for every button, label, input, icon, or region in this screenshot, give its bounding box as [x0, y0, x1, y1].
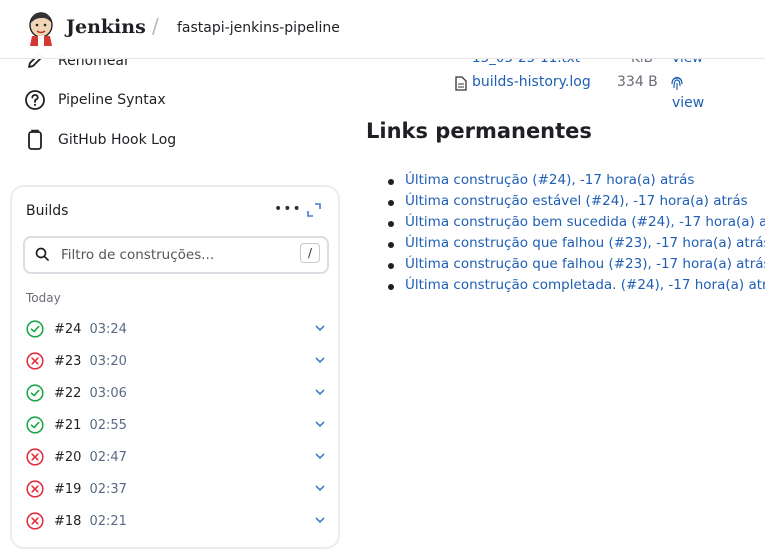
failure-status-icon — [26, 448, 44, 466]
artifact-view-link[interactable]: view — [672, 95, 704, 111]
build-row[interactable]: #23 03:20 — [26, 350, 326, 372]
chevron-down-icon[interactable] — [314, 482, 326, 494]
permalink-item[interactable]: Última construção bem sucedida (#24), -1… — [386, 214, 765, 235]
build-number[interactable]: #18 — [54, 514, 81, 529]
artifact-size: 334 B — [617, 74, 658, 90]
permalinks-list: Última construção (#24), -17 hora(a) atr… — [386, 172, 765, 298]
top-header: Jenkins / fastapi-jenkins-pipeline — [0, 0, 765, 59]
build-row[interactable]: #18 02:21 — [26, 510, 326, 532]
chevron-down-icon[interactable] — [314, 322, 326, 334]
build-group-label: Today — [26, 291, 61, 305]
builds-panel: Builds ••• / Today #24 03:24 #23 03:20 #22 03… — [10, 185, 340, 549]
build-number[interactable]: #20 — [54, 450, 81, 465]
breadcrumb-separator: / — [152, 14, 159, 38]
build-time[interactable]: 03:20 — [89, 354, 126, 369]
chevron-down-icon[interactable] — [314, 386, 326, 398]
keyboard-shortcut-hint: / — [300, 243, 320, 263]
permalink-item[interactable]: Última construção (#24), -17 hora(a) atr… — [386, 172, 765, 193]
build-time[interactable]: 03:24 — [89, 322, 126, 337]
permalink-item[interactable]: Última construção que falhou (#23), -17 … — [386, 256, 765, 277]
permalink-item[interactable]: Última construção estável (#24), -17 hor… — [386, 193, 765, 214]
chevron-down-icon[interactable] — [314, 514, 326, 526]
failure-status-icon — [26, 512, 44, 530]
build-time[interactable]: 02:21 — [89, 514, 126, 529]
document-icon — [28, 129, 42, 150]
more-options-button[interactable]: ••• — [274, 201, 302, 217]
success-status-icon — [26, 384, 44, 402]
success-status-icon — [26, 416, 44, 434]
task-label: Pipeline Syntax — [58, 92, 166, 108]
build-number[interactable]: #22 — [54, 386, 81, 401]
build-filter-input[interactable] — [59, 243, 291, 267]
build-time[interactable]: 02:55 — [89, 418, 126, 433]
fingerprint-icon[interactable] — [670, 75, 684, 91]
task-label: GitHub Hook Log — [58, 132, 177, 148]
permalinks-title: Links permanentes — [366, 119, 592, 143]
brand-name[interactable]: Jenkins — [66, 16, 146, 38]
help-circle-icon — [25, 90, 45, 110]
build-filter: / — [23, 236, 329, 274]
breadcrumb-job-name[interactable]: fastapi-jenkins-pipeline — [177, 20, 340, 36]
search-icon — [35, 247, 49, 261]
builds-title: Builds — [26, 203, 69, 219]
build-number[interactable]: #21 — [54, 418, 81, 433]
permalink-item[interactable]: Última construção completada. (#24), -17… — [386, 277, 765, 298]
file-icon — [455, 76, 467, 91]
build-row[interactable]: #20 02:47 — [26, 446, 326, 468]
build-number[interactable]: #24 — [54, 322, 81, 337]
build-row[interactable]: #19 02:37 — [26, 478, 326, 500]
expand-icon[interactable] — [307, 203, 321, 217]
failure-status-icon — [26, 480, 44, 498]
chevron-down-icon[interactable] — [314, 418, 326, 430]
build-number[interactable]: #23 — [54, 354, 81, 369]
build-time[interactable]: 03:06 — [89, 386, 126, 401]
build-time[interactable]: 02:37 — [89, 482, 126, 497]
build-number[interactable]: #19 — [54, 482, 81, 497]
success-status-icon — [26, 320, 44, 338]
jenkins-logo-icon[interactable] — [26, 10, 56, 46]
permalink-item[interactable]: Última construção que falhou (#23), -17 … — [386, 235, 765, 256]
task-github-hook-log[interactable]: GitHub Hook Log — [24, 129, 176, 151]
chevron-down-icon[interactable] — [314, 354, 326, 366]
task-pipeline-syntax[interactable]: Pipeline Syntax — [24, 89, 166, 111]
artifact-link[interactable]: builds-history.log — [472, 74, 591, 90]
build-row[interactable]: #21 02:55 — [26, 414, 326, 436]
build-row[interactable]: #24 03:24 — [26, 318, 326, 340]
build-row[interactable]: #22 03:06 — [26, 382, 326, 404]
build-time[interactable]: 02:47 — [89, 450, 126, 465]
failure-status-icon — [26, 352, 44, 370]
chevron-down-icon[interactable] — [314, 450, 326, 462]
